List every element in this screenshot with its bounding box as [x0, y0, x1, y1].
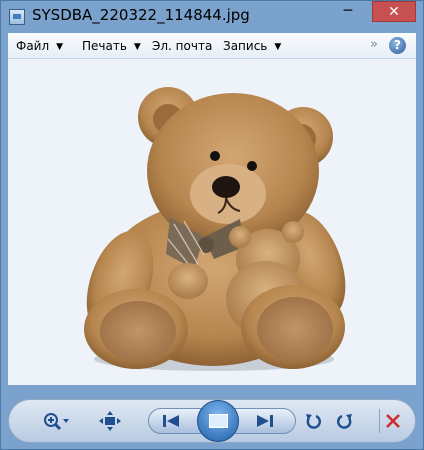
slideshow-icon — [209, 414, 228, 428]
photo-viewer-window: SYSDBA_220322_114844.jpg ─ ✕ Файл ▼ Печат… — [0, 0, 424, 450]
delete-icon — [386, 414, 400, 428]
fit-window-icon — [99, 411, 121, 431]
previous-button[interactable] — [157, 406, 185, 436]
slideshow-button[interactable] — [197, 400, 239, 442]
rotate-left-icon — [306, 414, 321, 429]
previous-icon — [163, 415, 179, 427]
photo-viewer-app-icon[interactable] — [9, 9, 25, 25]
rotate-right-icon — [337, 414, 352, 429]
menu-bar: Файл ▼ Печать ▼ Эл. почта Запись ▼ » ? — [8, 33, 416, 59]
menu-email[interactable]: Эл. почта — [152, 39, 212, 53]
window-title: SYSDBA_220322_114844.jpg — [32, 6, 250, 24]
rotate-left-button[interactable] — [301, 406, 325, 436]
menu-burn[interactable]: Запись ▼ — [223, 39, 281, 53]
close-button[interactable]: ✕ — [372, 1, 416, 22]
help-icon[interactable]: ? — [389, 37, 406, 54]
next-button[interactable] — [251, 406, 279, 436]
menu-file[interactable]: Файл ▼ — [16, 39, 63, 53]
menu-print[interactable]: Печать ▼ — [82, 39, 141, 53]
delete-button[interactable] — [381, 406, 405, 436]
teddy-bear-image — [8, 59, 416, 385]
dropdown-arrow-icon: ▼ — [56, 42, 64, 52]
fit-window-button[interactable] — [99, 406, 121, 436]
menu-print-label: Печать — [82, 39, 127, 53]
zoom-button[interactable] — [39, 406, 75, 436]
toolbar-separator — [379, 409, 380, 433]
chevron-right-icon[interactable]: » — [370, 37, 378, 52]
rotate-right-button[interactable] — [333, 406, 357, 436]
dropdown-arrow-icon: ▼ — [274, 42, 282, 52]
next-icon — [257, 415, 273, 427]
title-bar[interactable]: SYSDBA_220322_114844.jpg ─ ✕ — [1, 1, 423, 33]
menu-file-label: Файл — [16, 39, 50, 53]
image-viewer[interactable] — [8, 59, 416, 385]
menu-email-label: Эл. почта — [152, 39, 213, 53]
minimize-button[interactable]: ─ — [335, 1, 361, 22]
minimize-icon: ─ — [343, 3, 353, 19]
bottom-toolbar — [8, 399, 416, 443]
zoom-icon — [44, 413, 69, 431]
dropdown-arrow-icon: ▼ — [133, 42, 141, 52]
menu-burn-label: Запись — [223, 39, 268, 53]
close-icon: ✕ — [388, 4, 400, 20]
